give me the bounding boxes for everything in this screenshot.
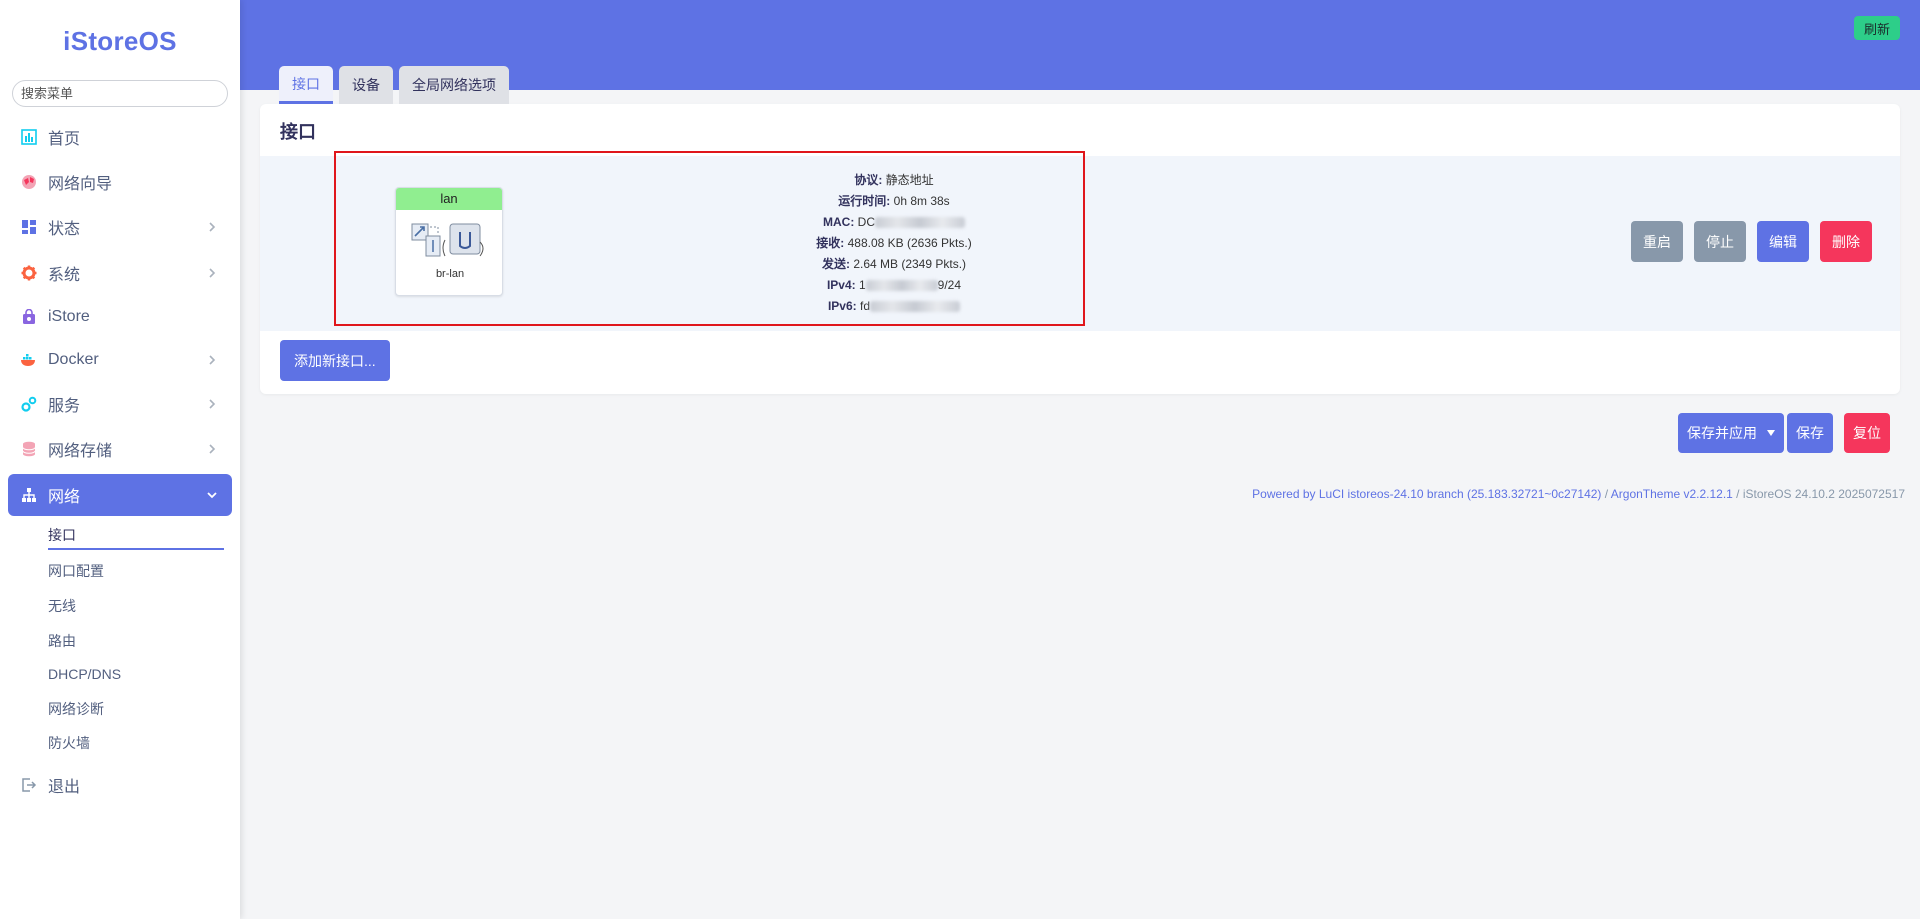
sidebar-item-services[interactable]: 服务 bbox=[8, 385, 232, 423]
restart-button[interactable]: 重启 bbox=[1631, 221, 1683, 262]
sidebar-item-label: iStore bbox=[48, 308, 90, 325]
redacted-ipv6 bbox=[870, 301, 961, 313]
dashboard-icon bbox=[20, 128, 38, 146]
sidebar-item-label: Docker bbox=[48, 351, 99, 368]
page-tabs: 接口 设备 全局网络选项 bbox=[279, 66, 509, 104]
sidebar-item-system[interactable]: 系统 bbox=[8, 254, 232, 292]
redacted-mac bbox=[875, 217, 965, 229]
sidebar-item-status[interactable]: 状态 bbox=[8, 208, 232, 246]
protocol-line: 协议: 静态地址 bbox=[854, 173, 934, 187]
sidebar-item-label: 服务 bbox=[48, 398, 81, 415]
sidebar-item-network[interactable]: 网络 bbox=[8, 474, 232, 516]
rx-line: 接收: 488.08 KB (2636 Pkts.) bbox=[816, 236, 972, 250]
bridge-device-icon bbox=[411, 223, 484, 257]
chevron-right-icon bbox=[209, 222, 216, 232]
interface-info: 协议: 静态地址 运行时间: 0h 8m 38s MAC: DC 接收: 488… bbox=[774, 170, 1014, 317]
sidebar-item-home[interactable]: 首页 bbox=[8, 118, 232, 156]
menu-search-input[interactable] bbox=[12, 80, 228, 107]
sidebar: iStoreOS 首页 网络向导 状态 系统 iStore bbox=[0, 0, 240, 919]
logout-icon bbox=[20, 776, 38, 794]
status-grid-icon bbox=[20, 218, 38, 236]
sidebar-item-label: 退出 bbox=[48, 779, 81, 796]
services-gears-icon bbox=[20, 395, 38, 413]
footer-theme-link[interactable]: ArgonTheme v2.2.12.1 bbox=[1611, 487, 1733, 501]
ipv6-line: IPv6: fd bbox=[774, 296, 1014, 317]
chevron-down-icon bbox=[207, 492, 217, 499]
save-button[interactable]: 保存 bbox=[1787, 413, 1833, 453]
sidebar-item-label: 网络 bbox=[48, 489, 81, 506]
redacted-ipv4 bbox=[865, 280, 938, 292]
chevron-right-icon bbox=[209, 268, 216, 278]
sidebar-item-label: 网络存储 bbox=[48, 443, 113, 460]
store-bag-icon bbox=[20, 308, 38, 326]
globe-icon bbox=[20, 173, 38, 191]
docker-whale-icon bbox=[20, 351, 38, 369]
footer-version: iStoreOS 24.10.2 2025072517 bbox=[1742, 487, 1905, 501]
caret-down-icon bbox=[1767, 430, 1775, 436]
tab-global-network-options[interactable]: 全局网络选项 bbox=[399, 66, 509, 104]
logo[interactable]: iStoreOS bbox=[0, 26, 240, 57]
sidebar-subitem-wireless[interactable]: 无线 bbox=[48, 592, 224, 620]
interface-name: lan bbox=[396, 188, 502, 210]
sidebar-item-label: 网络向导 bbox=[48, 176, 113, 193]
tab-interfaces[interactable]: 接口 bbox=[279, 66, 333, 104]
sidebar-item-label: 首页 bbox=[48, 131, 81, 148]
sidebar-item-docker[interactable]: Docker bbox=[8, 341, 232, 379]
database-icon bbox=[20, 440, 38, 458]
sidebar-subitem-routing[interactable]: 路由 bbox=[48, 627, 224, 655]
tx-line: 发送: 2.64 MB (2349 Pkts.) bbox=[821, 257, 967, 271]
sidebar-subitem-interfaces[interactable]: 接口 bbox=[48, 522, 224, 550]
sidebar-item-logout[interactable]: 退出 bbox=[8, 766, 232, 804]
sidebar-item-network-wizard[interactable]: 网络向导 bbox=[8, 163, 232, 201]
refresh-button[interactable]: 刷新 bbox=[1853, 16, 1900, 40]
sidebar-item-label: 状态 bbox=[48, 221, 81, 238]
sidebar-subitem-dhcp-dns[interactable]: DHCP/DNS bbox=[48, 660, 224, 688]
gear-icon bbox=[20, 264, 38, 282]
sidebar-subitem-diagnostics[interactable]: 网络诊断 bbox=[48, 695, 224, 723]
sidebar-item-network-storage[interactable]: 网络存储 bbox=[8, 430, 232, 468]
sidebar-subitem-port-config[interactable]: 网口配置 bbox=[48, 557, 224, 585]
add-interface-button[interactable]: 添加新接口... bbox=[280, 340, 390, 381]
delete-button[interactable]: 删除 bbox=[1820, 221, 1872, 262]
sidebar-item-istore[interactable]: iStore bbox=[8, 298, 232, 336]
network-tree-icon bbox=[20, 486, 38, 504]
edit-button[interactable]: 编辑 bbox=[1757, 221, 1809, 262]
tab-devices[interactable]: 设备 bbox=[339, 66, 393, 104]
interface-badge: lan br-lan bbox=[395, 187, 503, 296]
footer-luci-link[interactable]: Powered by LuCI istoreos-24.10 branch (2… bbox=[1252, 487, 1601, 501]
stop-button[interactable]: 停止 bbox=[1694, 221, 1746, 262]
chevron-right-icon bbox=[209, 399, 216, 409]
ipv4-line: IPv4: 1 9/24 bbox=[826, 278, 962, 292]
mac-line: MAC: DC bbox=[774, 212, 1014, 233]
interface-device: br-lan bbox=[435, 268, 465, 280]
card-title: 接口 bbox=[280, 122, 316, 142]
sidebar-item-label: 系统 bbox=[48, 267, 81, 284]
chevron-right-icon bbox=[209, 444, 216, 454]
save-apply-button[interactable]: 保存并应用 bbox=[1678, 413, 1784, 453]
uptime-line: 运行时间: 0h 8m 38s bbox=[838, 194, 950, 208]
sidebar-subitem-firewall[interactable]: 防火墙 bbox=[48, 729, 224, 757]
footer: Powered by LuCI istoreos-24.10 branch (2… bbox=[1252, 487, 1905, 501]
reset-button[interactable]: 复位 bbox=[1844, 413, 1890, 453]
chevron-right-icon bbox=[209, 355, 216, 365]
